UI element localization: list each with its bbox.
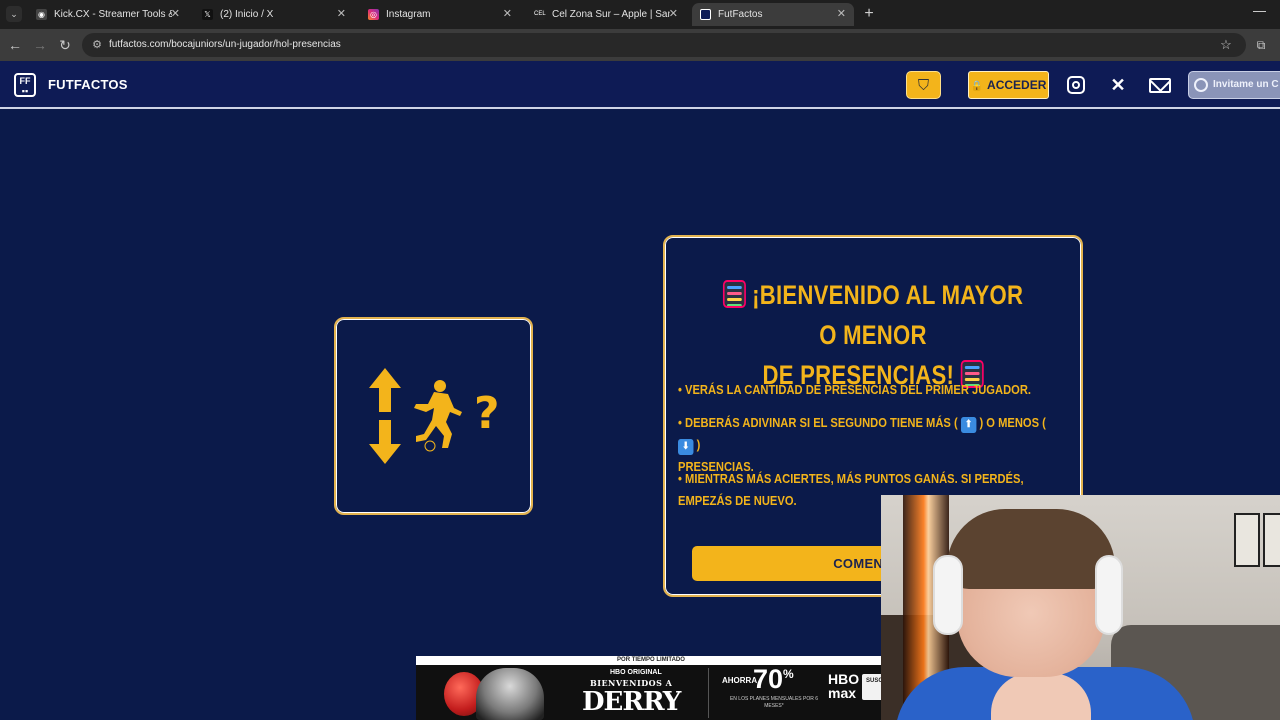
email-link[interactable] <box>1148 73 1172 97</box>
browser-toolbar: ← → ↻ ⚙ futfactos.com/bocajuniors/un-jug… <box>0 29 1280 61</box>
question-mark: ? <box>474 388 500 439</box>
shield-icon: ⛉ <box>917 77 930 94</box>
x-link[interactable]: ✕ <box>1106 73 1130 97</box>
club-shield-button[interactable]: ⛉ <box>906 71 941 99</box>
futfactos-logo-icon[interactable]: FF ▪▪ <box>14 73 36 97</box>
futfactos-favicon-icon <box>700 9 711 20</box>
ad-percent-value: 70 <box>753 664 784 694</box>
welcome-title: ¡BIENVENIDO AL MAYOR O MENOR DE PRESENCI… <box>715 275 1032 395</box>
x-favicon-icon: 𝕏 <box>202 9 213 20</box>
wall-picture-frame <box>1234 513 1260 567</box>
address-bar-url[interactable]: futfactos.com/bocajuniors/un-jugador/hol… <box>109 33 341 57</box>
login-label: ACCEDER <box>987 78 1047 92</box>
tab-title: Instagram <box>386 9 431 20</box>
arrow-up-icon <box>369 368 401 412</box>
clown-face-image <box>476 668 544 720</box>
arrow-up-emoji-icon: ⬆ <box>960 417 977 433</box>
coffee-icon <box>1194 78 1208 92</box>
rule2-text-b: ) O MENOS ( <box>979 415 1046 430</box>
instagram-link[interactable] <box>1064 73 1088 97</box>
site-header: FF ▪▪ FUTFACTOS ⛉ 🔒 ACCEDER ✕ Invitame un … <box>0 61 1280 109</box>
abacus-icon <box>722 280 746 308</box>
instagram-favicon-icon: ◎ <box>368 9 379 20</box>
ad-percent: 70% <box>753 664 794 695</box>
streamer-hair <box>947 509 1115 589</box>
back-arrow-icon[interactable]: ← <box>5 35 25 55</box>
ad-top-text: POR TIEMPO LIMITADO <box>416 656 886 665</box>
ad-divider <box>708 668 709 718</box>
tab-instagram[interactable]: ◎ Instagram ✕ <box>360 3 520 26</box>
ad-banner[interactable]: POR TIEMPO LIMITADO HBO ORIGINAL BIENVEN… <box>416 656 886 720</box>
login-button[interactable]: 🔒 ACCEDER <box>968 71 1049 99</box>
browser-tab-bar: ⌄ ◉ Kick.CX - Streamer Tools & Cha ✕ 𝕏 (… <box>0 0 1280 29</box>
ad-hbo-original: HBO ORIGINAL <box>610 669 662 676</box>
lock-icon: 🔒 <box>970 81 984 92</box>
address-bar[interactable]: ⚙ futfactos.com/bocajuniors/un-jugador/h… <box>82 33 1246 57</box>
kick-cx-favicon-icon: ◉ <box>36 9 47 20</box>
close-tab-icon[interactable]: ✕ <box>171 3 180 26</box>
celzona-favicon-icon: CEL <box>534 9 546 20</box>
rule2-text-a: • DEBERÁS ADIVINAR SI EL SEGUNDO TIENE M… <box>678 415 958 430</box>
ad-save-text: AHORRA <box>722 676 758 685</box>
wall-picture-frame <box>1263 513 1280 567</box>
tab-kick-cx[interactable]: ◉ Kick.CX - Streamer Tools & Cha ✕ <box>28 3 188 26</box>
extensions-icon[interactable]: ⧉ <box>1253 35 1269 55</box>
tab-title: Kick.CX - Streamer Tools & Cha <box>54 9 172 20</box>
rule2-text-c: ) <box>696 437 701 452</box>
close-tab-icon[interactable]: ✕ <box>669 3 678 26</box>
tab-x-inicio[interactable]: 𝕏 (2) Inicio / X ✕ <box>194 3 354 26</box>
mail-icon <box>1149 78 1171 93</box>
headset-right <box>1095 555 1123 635</box>
x-icon: ✕ <box>1110 75 1126 95</box>
instagram-icon <box>1067 76 1085 94</box>
ad-fine-print: EN LOS PLANES MENSUALES POR 6 MESES* <box>729 696 819 709</box>
reload-icon[interactable]: ↻ <box>55 35 75 55</box>
ad-show-title: BIENVENIDOS A DERRY <box>582 678 681 717</box>
ad-percent-sign: % <box>783 667 794 681</box>
minimize-window-icon[interactable]: — <box>1253 3 1266 18</box>
headset-left <box>933 555 963 635</box>
buy-me-coffee-button[interactable]: Invitame un C <box>1188 71 1280 99</box>
ad-title-big: DERRY <box>582 687 681 717</box>
tab-cel-zona-sur[interactable]: CEL Cel Zona Sur – Apple | Samsung ✕ <box>526 3 686 26</box>
rule-see-presences: • VERÁS LA CANTIDAD DE PRESENCIAS DEL PR… <box>678 382 1032 397</box>
tab-title: FutFactos <box>718 9 763 20</box>
bookmark-star-icon[interactable]: ☆ <box>1218 35 1234 55</box>
close-tab-icon[interactable]: ✕ <box>337 3 346 26</box>
tab-search-icon[interactable]: ⌄ <box>6 6 22 22</box>
arrow-down-icon <box>369 420 401 464</box>
coffee-label: Invitame un C <box>1213 79 1279 90</box>
close-tab-icon[interactable]: ✕ <box>837 3 846 26</box>
new-tab-button[interactable]: + <box>860 4 878 24</box>
close-tab-icon[interactable]: ✕ <box>503 3 512 26</box>
forward-arrow-icon[interactable]: → <box>30 35 50 55</box>
welcome-line-1: ¡BIENVENIDO AL MAYOR O MENOR <box>752 280 1024 350</box>
arrow-down-emoji-icon: ⬇ <box>678 439 694 455</box>
site-brand[interactable]: FUTFACTOS <box>48 77 128 92</box>
webcam-overlay <box>881 495 1280 720</box>
tab-title: Cel Zona Sur – Apple | Samsung <box>552 9 670 20</box>
tab-title: (2) Inicio / X <box>220 9 274 20</box>
soccer-player-icon <box>414 380 462 452</box>
tab-futfactos[interactable]: FutFactos ✕ <box>692 3 854 26</box>
site-info-icon[interactable]: ⚙ <box>90 38 104 52</box>
